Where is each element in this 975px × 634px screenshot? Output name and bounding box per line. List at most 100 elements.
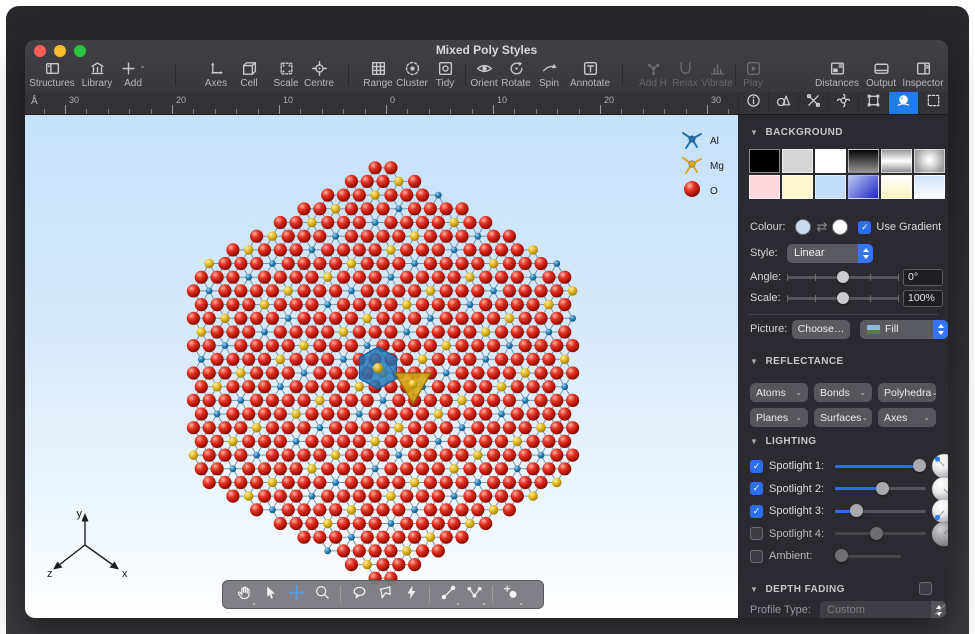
inspector-icon: [891, 60, 948, 78]
divider: [748, 314, 938, 315]
toolbar-button-annotate[interactable]: Annotate: [558, 60, 622, 89]
background-swatch-5[interactable]: [881, 149, 912, 173]
spotlight-1-slider[interactable]: [835, 459, 926, 473]
spotlight-3-slider[interactable]: [835, 504, 926, 518]
reflectance-dropdown-polyhedra[interactable]: Polyhedra⌄: [878, 383, 936, 402]
background-swatch-9[interactable]: [815, 175, 846, 199]
chevron-down-icon: ⌄: [795, 388, 802, 397]
picture-row: Picture: Choose… Fill: [750, 323, 787, 335]
section-reflectance[interactable]: ▼ REFLECTANCE: [750, 356, 844, 367]
section-lighting[interactable]: ▼ LIGHTING: [750, 436, 817, 447]
info-icon: [746, 93, 761, 113]
spotlight-4-slider[interactable]: [835, 527, 926, 541]
reflectance-dropdown-surfaces[interactable]: Surfaces⌄: [814, 408, 872, 427]
background-swatch-1[interactable]: [749, 149, 780, 173]
app-window: Mixed Poly Styles StructuresLibrary⌄AddA…: [25, 40, 948, 618]
tool-move[interactable]: [283, 583, 309, 607]
inspector-tab-selection[interactable]: [918, 92, 948, 114]
profile-type-popup[interactable]: Custom: [820, 601, 946, 619]
inspector-tab-transform[interactable]: [858, 92, 888, 114]
viewport-canvas[interactable]: Al MgO y z x ⌄⌄⌄⌄: [25, 115, 738, 618]
toolbar-button-centre[interactable]: Centre: [287, 60, 351, 89]
background-swatch-3[interactable]: [815, 149, 846, 173]
reflectance-dropdown-planes[interactable]: Planes⌄: [750, 408, 808, 427]
atom-add-icon: [503, 584, 520, 606]
window-title: Mixed Poly Styles: [25, 43, 948, 57]
scale-row: Scale: 100%: [750, 292, 781, 304]
background-swatch-8[interactable]: [782, 175, 813, 199]
tool-balloon[interactable]: [346, 583, 372, 607]
tool-atom-add[interactable]: ⌄: [498, 583, 524, 607]
spotlight-2-label: Spotlight 2:: [769, 483, 835, 495]
section-depth-fading[interactable]: ▼ DEPTH FADING: [750, 584, 845, 595]
disclosure-triangle-icon[interactable]: ▼: [750, 128, 758, 137]
tool-select[interactable]: [257, 583, 283, 607]
reflectance-dropdown-axes[interactable]: Axes⌄: [878, 408, 936, 427]
section-background[interactable]: ▼ BACKGROUND: [750, 127, 843, 138]
reflectance-dropdown-atoms[interactable]: Atoms⌄: [750, 383, 808, 402]
scale-field[interactable]: 100%: [903, 290, 943, 307]
spotlight-3-label: Spotlight 3:: [769, 505, 835, 517]
spotlight-3-checkbox[interactable]: ✓: [750, 505, 763, 518]
chevron-down-icon: ⌄: [923, 413, 930, 422]
tool-bolt[interactable]: [398, 583, 424, 607]
inspector-tab-render[interactable]: [888, 92, 918, 114]
inspector-panel: ▼ BACKGROUND Colour: ⇄ ✓ Use Gradient St…: [738, 115, 948, 618]
background-swatch-10[interactable]: [848, 175, 879, 199]
tool-pan[interactable]: ⌄: [231, 583, 257, 607]
inspector-tab-symmetry[interactable]: [828, 92, 858, 114]
lighting-row-3: ✓ Spotlight 3:: [750, 504, 926, 518]
background-swatch-2[interactable]: [782, 149, 813, 173]
spotlight-4-checkbox[interactable]: [750, 527, 763, 540]
swap-colors-icon[interactable]: ⇄: [816, 219, 827, 235]
gradient-color1-well[interactable]: [795, 219, 811, 235]
zoom-icon: [314, 584, 331, 606]
disclosure-triangle-icon[interactable]: ▼: [750, 437, 758, 446]
choose-picture-button[interactable]: Choose…: [792, 320, 850, 339]
style-label: Style:: [750, 247, 778, 259]
background-swatch-12[interactable]: [914, 175, 945, 199]
tool-separator: [492, 586, 493, 603]
use-gradient-checkbox[interactable]: ✓: [858, 221, 871, 234]
screen: { "window": { "title": "Mixed Poly Style…: [0, 0, 975, 634]
tool-angle[interactable]: ⌄: [461, 583, 487, 607]
picture-fill-popup[interactable]: Fill: [860, 320, 948, 339]
ruler: Å3020100102030: [25, 92, 738, 114]
toolbar-button-inspector[interactable]: Inspector: [891, 60, 948, 89]
lighting-row-1: ✓ Spotlight 1:: [750, 459, 926, 473]
angle-field[interactable]: 0°: [903, 269, 943, 286]
toolbar-button-add[interactable]: ⌄Add: [101, 60, 165, 89]
profile-type-label: Profile Type:: [750, 604, 811, 616]
render-icon: [896, 93, 911, 113]
spotlight-2-checkbox[interactable]: ✓: [750, 482, 763, 495]
ambient-checkbox[interactable]: [750, 550, 763, 563]
scale-label: Scale:: [750, 292, 781, 304]
tool-zoom[interactable]: [309, 583, 335, 607]
inspector-tab-info[interactable]: [738, 92, 768, 114]
background-swatch-11[interactable]: [881, 175, 912, 199]
disclosure-triangle-icon[interactable]: ▼: [750, 585, 758, 594]
panel-resize-grip[interactable]: [935, 605, 945, 615]
spotlight-1-checkbox[interactable]: ✓: [750, 460, 763, 473]
angle-slider[interactable]: [787, 270, 898, 284]
background-swatch-6[interactable]: [914, 149, 945, 173]
ruler-label: 20: [176, 95, 186, 105]
depth-fading-checkbox[interactable]: [919, 582, 932, 595]
background-swatch-4[interactable]: [848, 149, 879, 173]
atom-legend: Al MgO: [680, 129, 728, 204]
ambient-slider[interactable]: [835, 549, 901, 563]
scale-slider[interactable]: [787, 291, 898, 305]
tool-bond[interactable]: ⌄: [435, 583, 461, 607]
inspector-tab-shapes[interactable]: [768, 92, 798, 114]
tool-polygon[interactable]: [372, 583, 398, 607]
inspector-tab-edit-tools[interactable]: [798, 92, 828, 114]
use-gradient-label: Use Gradient: [876, 221, 941, 233]
spotlight-4-direction-sphere[interactable]: [931, 521, 948, 550]
disclosure-triangle-icon[interactable]: ▼: [750, 357, 758, 366]
background-swatch-7[interactable]: [749, 175, 780, 199]
spotlight-2-slider[interactable]: [835, 482, 926, 496]
reflectance-dropdown-bonds[interactable]: Bonds⌄: [814, 383, 872, 402]
gradient-style-popup[interactable]: Linear: [787, 244, 873, 263]
gradient-color2-well[interactable]: [832, 219, 848, 235]
annotate-icon: [558, 60, 622, 78]
